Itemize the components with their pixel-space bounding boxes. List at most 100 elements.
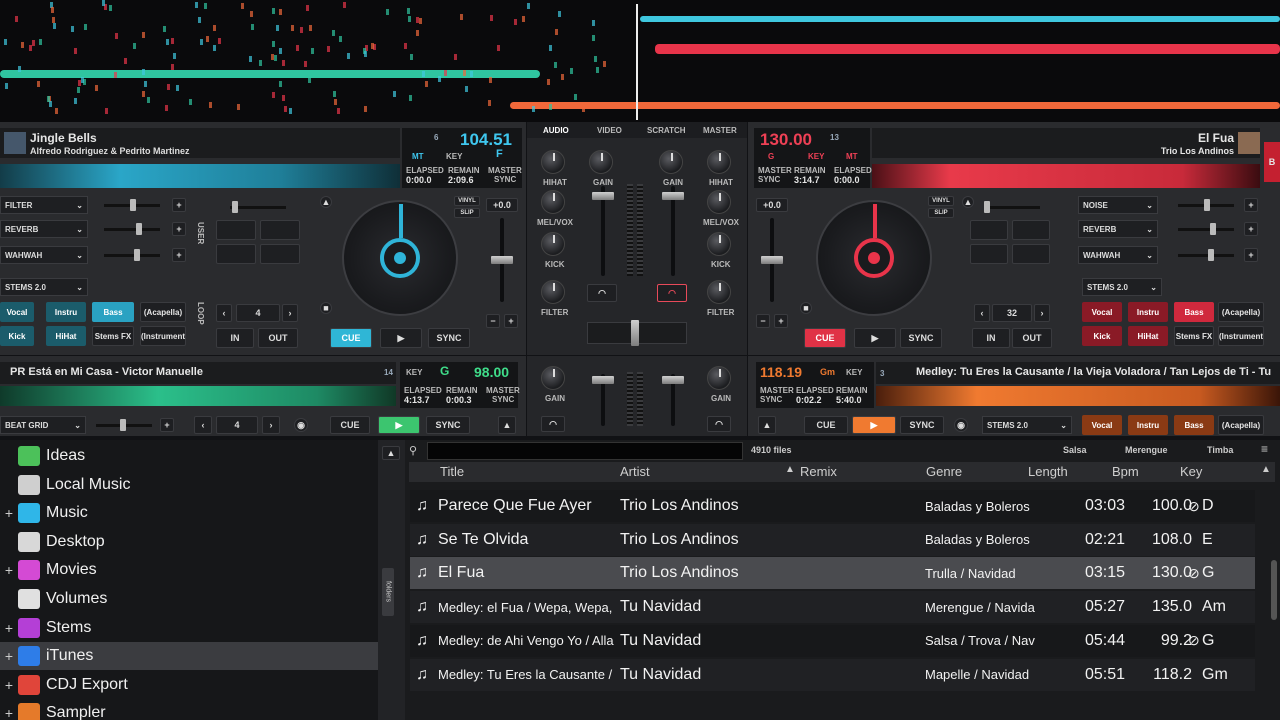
sidebar-item-cdj-export[interactable]: + CDJ Export [0, 671, 378, 699]
deck-b-stem-instrument[interactable]: (Instrument [1218, 326, 1264, 346]
deck-c-beatgrid-select[interactable]: BEAT GRID ⌄ [0, 416, 86, 434]
folders-tab[interactable]: folders [382, 568, 394, 616]
deck-b-vinyl[interactable]: VINYL [928, 196, 954, 206]
deck-d-waveform[interactable] [876, 386, 1280, 406]
deck-b-fx1-add[interactable]: + [1244, 198, 1258, 212]
deck-c-add[interactable]: + [160, 418, 174, 432]
column-length[interactable]: Length [1028, 464, 1068, 479]
deck-b-stems-fx[interactable]: Stems FX [1174, 326, 1214, 346]
scrollbar-thumb[interactable] [1271, 560, 1277, 620]
sidebar-item-stems[interactable]: + Stems [0, 614, 378, 642]
deck-d-headphone-button[interactable]: ◠ [707, 416, 731, 432]
deck-c-loop-halve[interactable]: ‹ [194, 416, 212, 434]
column-bpm[interactable]: Bpm [1112, 464, 1139, 479]
deck-b-side-badge[interactable]: B [1264, 142, 1280, 182]
deck-b-fx3-add[interactable]: + [1244, 248, 1258, 262]
waveform-overview[interactable] [0, 0, 1280, 122]
deck-b-loop-halve[interactable]: ‹ [974, 304, 990, 322]
deck-b-loop-size[interactable]: 32 [992, 304, 1032, 322]
expand-icon[interactable]: + [0, 677, 18, 693]
table-row[interactable]: ♫ Medley: Tu Eres la Causante / la \ Tu Na… [410, 658, 1255, 691]
column-remix[interactable]: Remix [800, 464, 837, 479]
deck-b-pad-3[interactable] [970, 244, 1008, 264]
deck-a-loop-in[interactable]: IN [216, 328, 254, 348]
deck-a-censor[interactable]: ■ [320, 302, 332, 314]
deck-b-filter-knob[interactable] [707, 280, 731, 304]
deck-b-censor[interactable]: ■ [800, 302, 812, 314]
deck-d-gain-knob[interactable] [707, 366, 731, 390]
deck-a-sync-button[interactable]: SYNC [428, 328, 470, 348]
sidebar-item-sampler[interactable]: + Sampler [0, 699, 378, 720]
deck-d-sync-button[interactable]: SYNC [900, 416, 944, 434]
deck-b-stem-vocal[interactable]: Vocal [1082, 302, 1122, 322]
sidebar-item-ideas[interactable]: Ideas [0, 442, 378, 470]
deck-a-pitch-down[interactable]: − [486, 314, 500, 328]
filter-merengue[interactable]: Merengue [1125, 445, 1168, 455]
deck-a-stems-select[interactable]: STEMS 2.0 ⌄ [0, 278, 88, 296]
expand-icon[interactable]: + [0, 620, 18, 636]
sidebar-item-local-music[interactable]: Local Music [0, 471, 378, 499]
filter-salsa[interactable]: Salsa [1063, 445, 1087, 455]
deck-b-fx3-select[interactable]: WAHWAH ⌄ [1078, 246, 1158, 264]
deck-a-pitch-up[interactable]: + [504, 314, 518, 328]
deck-a-play-button[interactable]: ▶ [380, 328, 422, 348]
deck-a-loop-halve[interactable]: ‹ [216, 304, 232, 322]
deck-d-cue-button[interactable]: CUE [804, 416, 848, 434]
deck-b-sync-button[interactable]: SYNC [900, 328, 942, 348]
deck-c-slider[interactable] [96, 419, 152, 431]
deck-a-pitch-value[interactable]: +0.0 [486, 198, 518, 212]
tab-audio[interactable]: AUDIO [543, 126, 569, 135]
expand-icon[interactable]: + [0, 562, 18, 578]
deck-a-fx1-slider[interactable] [104, 199, 160, 211]
tab-master[interactable]: MASTER [703, 126, 737, 135]
deck-a-pad-2[interactable] [260, 220, 300, 240]
deck-a-stem-instru[interactable]: Instru [46, 302, 86, 322]
deck-b-pitch-down[interactable]: − [756, 314, 770, 328]
deck-b-volume-fader[interactable] [662, 192, 684, 200]
expand-icon[interactable]: + [0, 505, 18, 521]
deck-d-record[interactable]: ◉ [954, 418, 968, 432]
deck-a-hihat-knob[interactable] [541, 150, 565, 174]
sidebar-item-movies[interactable]: + Movies [0, 556, 378, 584]
sidebar-item-music[interactable]: + Music [0, 499, 378, 527]
deck-a-fx2-slider[interactable] [104, 223, 160, 235]
deck-b-pad-slider[interactable] [984, 201, 1040, 213]
deck-a-fx2-add[interactable]: + [172, 222, 186, 236]
deck-a-pad-1[interactable] [216, 220, 256, 240]
table-row[interactable]: ♫ Parece Que Fue Ayer Trio Los Andinos Bala… [410, 490, 1255, 522]
search-input[interactable] [427, 442, 743, 460]
deck-a-fx3-add[interactable]: + [172, 248, 186, 262]
deck-b-stem-instru[interactable]: Instru [1128, 302, 1168, 322]
tab-video[interactable]: VIDEO [597, 126, 622, 135]
deck-a-stem-hihat[interactable]: HiHat [46, 326, 86, 346]
deck-b-stem-kick[interactable]: Kick [1082, 326, 1122, 346]
column-genre[interactable]: Genre [926, 464, 962, 479]
deck-b-fx2-slider[interactable] [1178, 223, 1234, 235]
deck-a-loop-out[interactable]: OUT [258, 328, 298, 348]
deck-a-loop-size[interactable]: 4 [236, 304, 280, 322]
sidebar-splitter[interactable]: ▲ folders [378, 440, 405, 720]
deck-a-eject[interactable]: ▲ [320, 196, 332, 208]
deck-a-stem-bass[interactable]: Bass [92, 302, 134, 322]
deck-b-mt[interactable]: MT [846, 152, 858, 161]
deck-a-gain-knob[interactable] [589, 150, 613, 174]
deck-c-gain-knob[interactable] [541, 366, 565, 390]
deck-b-waveform[interactable] [872, 164, 1260, 188]
deck-a-stem-vocal[interactable]: Vocal [0, 302, 34, 322]
deck-b-loop-double[interactable]: › [1034, 304, 1050, 322]
table-row[interactable]: ♫ Medley: de Ahi Vengo Yo / Alla en Tu Nav… [410, 624, 1255, 657]
deck-b-loop-out[interactable]: OUT [1012, 328, 1052, 348]
deck-a-loop-double[interactable]: › [282, 304, 298, 322]
deck-c-record[interactable]: ◉ [294, 418, 308, 432]
deck-b-pitch-up[interactable]: + [774, 314, 788, 328]
deck-c-headphone-button[interactable]: ◠ [541, 416, 565, 432]
deck-d-play-button[interactable]: ▶ [852, 416, 896, 434]
deck-b-stems-select[interactable]: STEMS 2.0 ⌄ [1082, 278, 1162, 296]
deck-d-stem-bass[interactable]: Bass [1174, 415, 1214, 435]
deck-a-slip[interactable]: SLIP [454, 208, 480, 218]
sidebar-item-desktop[interactable]: Desktop [0, 528, 378, 556]
deck-a-fx3-slider[interactable] [104, 249, 160, 261]
deck-d-stem-acapella[interactable]: (Acapella) [1218, 415, 1264, 435]
deck-a-pad-3[interactable] [216, 244, 256, 264]
deck-a-pad-slider[interactable] [230, 201, 286, 213]
